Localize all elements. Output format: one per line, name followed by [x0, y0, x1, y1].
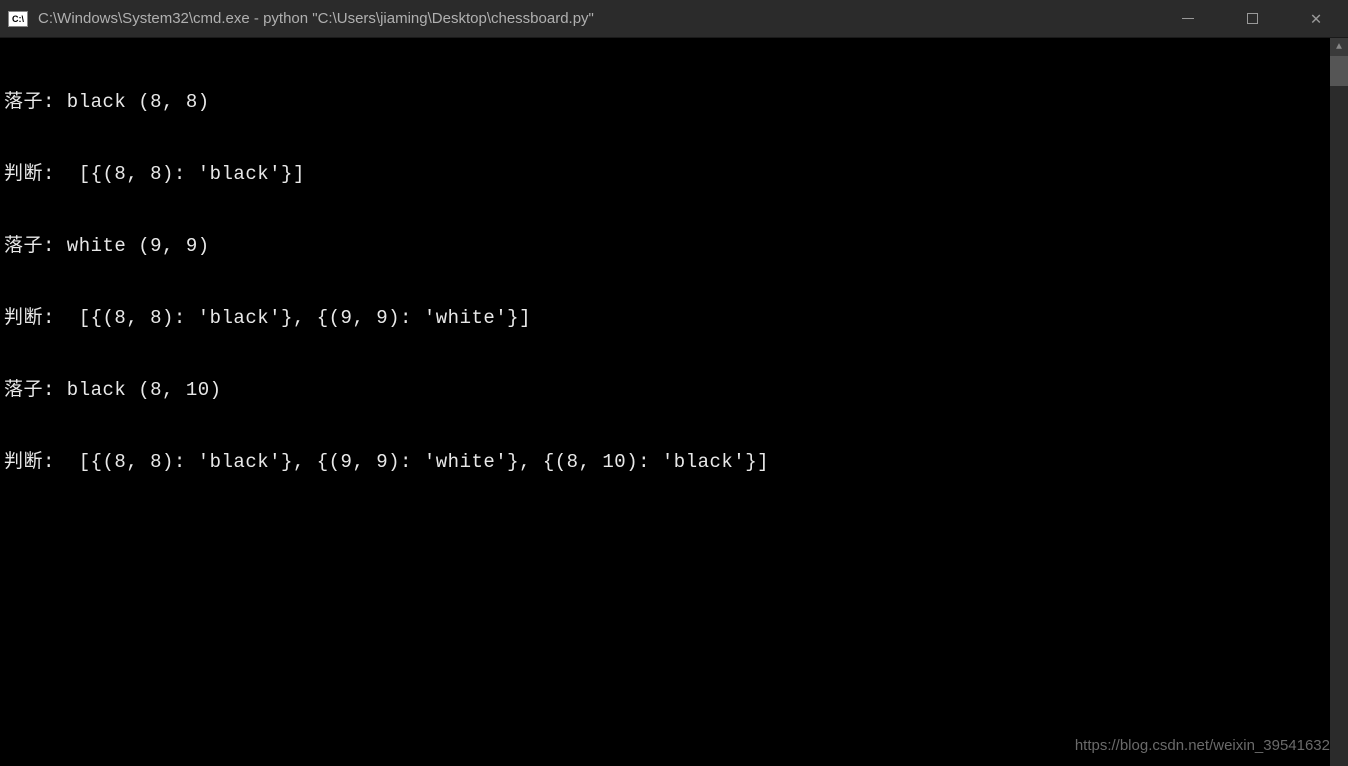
scrollbar-thumb[interactable] — [1330, 56, 1348, 86]
terminal-line: 落子: black (8, 10) — [4, 378, 1326, 402]
scrollbar[interactable]: ▲ — [1330, 38, 1348, 766]
minimize-button[interactable] — [1156, 0, 1220, 37]
window-title: C:\Windows\System32\cmd.exe - python "C:… — [38, 10, 1156, 27]
terminal-line: 判断: [{(8, 8): 'black'}] — [4, 162, 1326, 186]
maximize-icon — [1247, 13, 1258, 24]
titlebar: C:\ C:\Windows\System32\cmd.exe - python… — [0, 0, 1348, 38]
chevron-up-icon: ▲ — [1336, 42, 1342, 53]
minimize-icon — [1182, 18, 1194, 19]
terminal-line: 落子: black (8, 8) — [4, 90, 1326, 114]
terminal-area: 落子: black (8, 8) 判断: [{(8, 8): 'black'}]… — [0, 38, 1348, 766]
terminal-line: 判断: [{(8, 8): 'black'}, {(9, 9): 'white'… — [4, 306, 1326, 330]
cmd-icon: C:\ — [8, 11, 28, 27]
scrollbar-up-button[interactable]: ▲ — [1330, 38, 1348, 56]
terminal-line: 判断: [{(8, 8): 'black'}, {(9, 9): 'white'… — [4, 450, 1326, 474]
window-controls: ✕ — [1156, 0, 1348, 37]
terminal-line: 落子: white (9, 9) — [4, 234, 1326, 258]
watermark: https://blog.csdn.net/weixin_39541632 — [1075, 737, 1330, 754]
close-button[interactable]: ✕ — [1284, 0, 1348, 37]
close-icon: ✕ — [1311, 8, 1322, 30]
terminal-content[interactable]: 落子: black (8, 8) 判断: [{(8, 8): 'black'}]… — [0, 38, 1330, 766]
maximize-button[interactable] — [1220, 0, 1284, 37]
